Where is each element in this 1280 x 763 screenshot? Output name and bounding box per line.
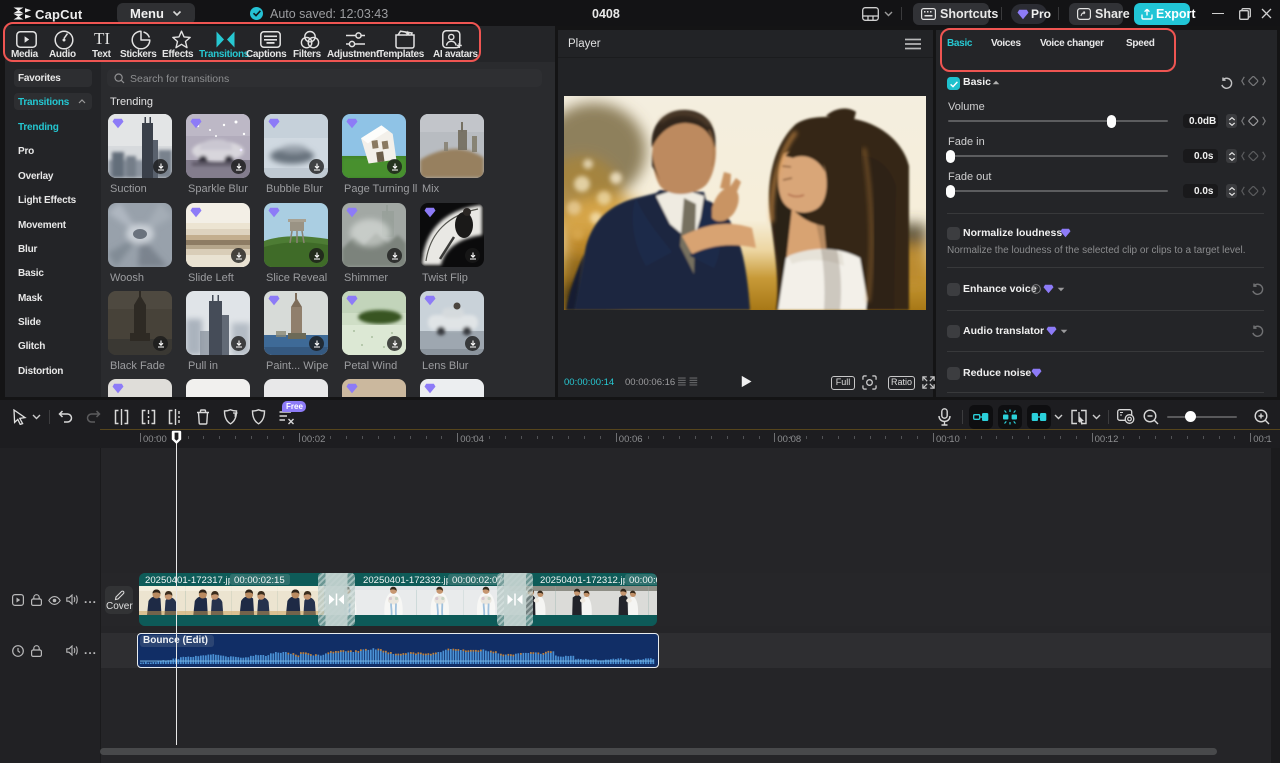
svg-text:?: ?: [1034, 286, 1038, 293]
svg-text:20250401-172312.jpg: 20250401-172312.jpg: [540, 575, 633, 586]
svg-text:00:00:02:07: 00:00:02:07: [452, 575, 503, 586]
svg-text:00:00:02:15: 00:00:02:15: [234, 575, 285, 586]
svg-text:00:00:01: 00:00:01: [629, 575, 657, 586]
svg-text:20250401-172317.jpg: 20250401-172317.jpg: [145, 575, 238, 586]
svg-text:20250401-172332.jpg: 20250401-172332.jpg: [363, 575, 456, 586]
